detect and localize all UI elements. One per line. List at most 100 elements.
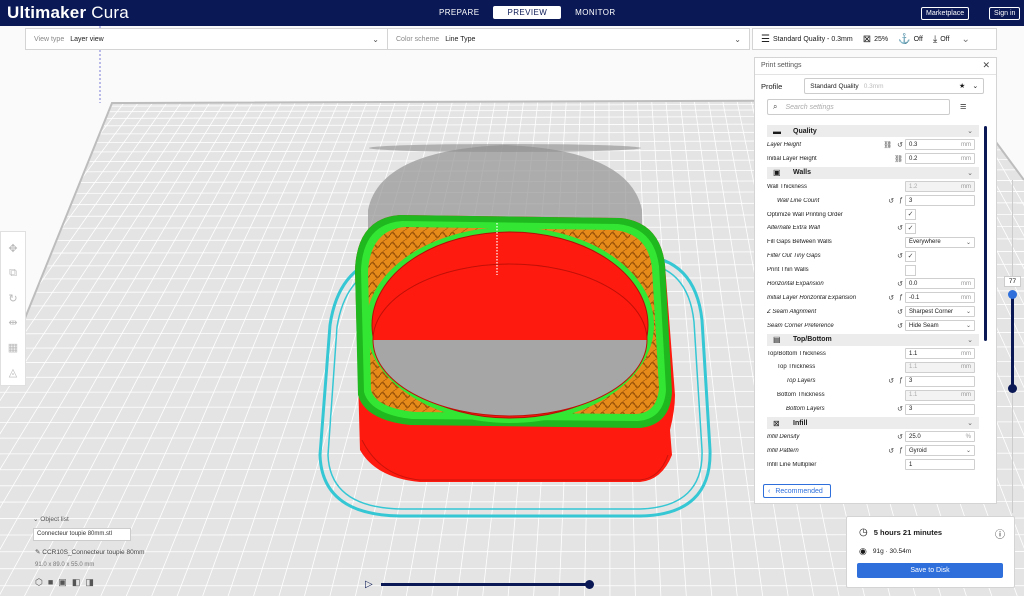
fill-gaps-select[interactable]: Everywhere ⌄ bbox=[905, 236, 975, 248]
initial-layer-height-input[interactable]: 0.2 mm bbox=[905, 153, 975, 165]
optimize-wall-checkbox[interactable]: ✓ bbox=[905, 209, 916, 220]
chevron-down-icon: ⌄ bbox=[372, 35, 379, 44]
chevron-down-icon: ⌄ bbox=[965, 239, 971, 246]
layer-slider-upper-track bbox=[1012, 180, 1013, 277]
profile-select[interactable]: Standard Quality 0.3mm ★ ⌄ bbox=[804, 78, 985, 94]
top-view-icon[interactable]: ▣ bbox=[58, 577, 67, 588]
search-settings-input[interactable]: ⌕ Search settings bbox=[767, 99, 950, 115]
top-layers-input[interactable]: 3 bbox=[905, 375, 975, 387]
layer-height-input[interactable]: 0.3 mm bbox=[905, 139, 975, 151]
function-icon: ƒ bbox=[899, 446, 903, 454]
setting-layer-height: Layer Height ⛓ ↺ 0.3 mm bbox=[767, 138, 979, 152]
setting-top-thickness: Top Thickness 1.1 mm bbox=[767, 360, 979, 374]
setting-optimize-wall: Optimize Wall Printing Order ✓ bbox=[767, 208, 979, 222]
reset-icon: ↺ bbox=[888, 378, 895, 386]
chevron-down-icon: ⌄ bbox=[967, 169, 973, 177]
tool-toolbar: ✥ ⧉ ↻ ⇹ ▦ ◬ bbox=[0, 231, 26, 386]
top-bottom-thickness-input[interactable]: 1.1 mm bbox=[905, 348, 975, 360]
path-slider-handle[interactable] bbox=[585, 580, 594, 589]
settings-scrollbar[interactable] bbox=[984, 126, 987, 341]
tab-preview[interactable]: PREVIEW bbox=[493, 6, 562, 19]
object-list-toggle[interactable]: ⌄ Object list bbox=[33, 515, 69, 523]
move-tool-icon[interactable]: ✥ bbox=[8, 236, 17, 261]
setting-horizontal-expansion: Horizontal Expansion ↺ 0.0 mm bbox=[767, 277, 979, 291]
material-usage: ◉ 91g · 30.54m bbox=[859, 546, 912, 556]
support-blocker-icon[interactable]: ◬ bbox=[9, 360, 17, 385]
close-icon[interactable]: ✕ bbox=[982, 60, 990, 71]
menu-icon[interactable]: ≡ bbox=[960, 101, 966, 113]
horizontal-expansion-input[interactable]: 0.0 mm bbox=[905, 278, 975, 290]
left-view-icon[interactable]: ◧ bbox=[72, 577, 81, 588]
z-seam-alignment-select[interactable]: Sharpest Corner ⌄ bbox=[905, 306, 975, 318]
initial-layer-horizontal-expansion-input[interactable]: -0.1 mm bbox=[905, 292, 975, 304]
setting-seam-corner-preference: Seam Corner Preference ↺ Hide Seam ⌄ bbox=[767, 319, 979, 333]
chevron-down-icon: ⌄ bbox=[965, 309, 971, 316]
clock-icon: ◷ bbox=[859, 527, 868, 538]
marketplace-button[interactable]: Marketplace bbox=[921, 7, 970, 20]
play-icon[interactable]: ▷ bbox=[365, 579, 373, 590]
print-thin-walls-checkbox[interactable] bbox=[905, 264, 916, 276]
chevron-down-icon: ⌄ bbox=[965, 448, 971, 455]
save-to-disk-button[interactable]: Save to Disk bbox=[857, 563, 1003, 578]
layer-slider-upper-handle[interactable] bbox=[1008, 290, 1017, 299]
sign-in-button[interactable]: Sign in bbox=[989, 7, 1021, 20]
rotate-tool-icon[interactable]: ↻ bbox=[8, 286, 17, 311]
quality-icon: ▬ bbox=[773, 126, 781, 136]
alternate-extra-wall-checkbox[interactable]: ✓ bbox=[905, 222, 916, 234]
setting-z-seam-alignment: Z Seam Alignment ↺ Sharpest Corner ⌄ bbox=[767, 305, 979, 319]
category-walls[interactable]: ▣ Walls ⌄ bbox=[767, 166, 979, 179]
wall-thickness-input[interactable]: 1.2 mm bbox=[905, 181, 975, 193]
mirror-tool-icon[interactable]: ⇹ bbox=[8, 310, 17, 335]
chevron-down-icon: ⌄ bbox=[734, 35, 741, 44]
filter-tiny-gaps-checkbox[interactable]: ✓ bbox=[905, 250, 916, 262]
function-icon: ƒ bbox=[899, 293, 903, 301]
category-top-bottom[interactable]: ▤ Top/Bottom ⌄ bbox=[767, 333, 979, 346]
scale-tool-icon[interactable]: ⧉ bbox=[9, 261, 17, 286]
layer-slider-range[interactable] bbox=[1011, 293, 1014, 388]
stage-tabs: PREPARE PREVIEW MONITOR bbox=[425, 6, 630, 19]
per-model-settings-icon[interactable]: ▦ bbox=[8, 335, 18, 360]
bottom-layers-input[interactable]: 3 bbox=[905, 403, 975, 415]
chevron-down-icon: ⌄ bbox=[961, 33, 970, 45]
tab-monitor[interactable]: MONITOR bbox=[561, 6, 629, 19]
bottom-thickness-input[interactable]: 1.1 mm bbox=[905, 389, 975, 401]
object-name: ✎ CCR10S_Connecteur toupie 80mm bbox=[35, 549, 145, 556]
chevron-down-icon: ⌄ bbox=[967, 420, 973, 428]
link-icon: ⛓ bbox=[894, 155, 903, 163]
search-row: ⌕ Search settings ≡ bbox=[755, 97, 996, 117]
view-type-select[interactable]: View type Layer view ⌄ bbox=[26, 29, 387, 49]
color-scheme-select[interactable]: Color scheme Line Type ⌄ bbox=[387, 29, 749, 49]
infill-icon: ⊠ bbox=[773, 418, 780, 428]
infill-line-multiplier-input[interactable]: 1 bbox=[905, 459, 975, 471]
path-slider-track[interactable] bbox=[381, 583, 589, 586]
chevron-left-icon: ‹ bbox=[768, 487, 771, 495]
layer-slider-lower-handle[interactable] bbox=[1008, 384, 1017, 393]
spool-icon: ◉ bbox=[859, 546, 867, 556]
seam-corner-preference-select[interactable]: Hide Seam ⌄ bbox=[905, 320, 975, 332]
star-icon: ★ bbox=[958, 83, 966, 90]
tab-prepare[interactable]: PREPARE bbox=[425, 6, 493, 19]
setting-alternate-extra-wall: Alternate Extra Wall ↺ ✓ bbox=[767, 221, 979, 235]
right-view-icon[interactable]: ◨ bbox=[85, 577, 94, 588]
chevron-down-icon: ⌄ bbox=[965, 323, 971, 330]
wall-line-count-input[interactable]: 3 bbox=[905, 195, 975, 207]
category-infill[interactable]: ⊠ Infill ⌄ bbox=[767, 417, 979, 430]
category-quality[interactable]: ▬ Quality ⌄ bbox=[767, 125, 979, 137]
print-time: ◷ 5 hours 21 minutes bbox=[859, 527, 943, 538]
object-list-item[interactable]: Connecteur toupie 80mm.stl bbox=[33, 528, 131, 541]
top-bottom-icon: ▤ bbox=[773, 335, 781, 345]
support-icon: ⚓ bbox=[898, 33, 911, 45]
print-setup-selector[interactable]: ☰ Standard Quality - 0.3mm ⊠ 25% ⚓ Off ⤓… bbox=[752, 28, 997, 50]
app-logo: Ultimaker Cura bbox=[7, 3, 129, 22]
info-icon[interactable]: ⓘ bbox=[995, 526, 1005, 541]
layer-slider-lower-track bbox=[1012, 393, 1013, 513]
top-thickness-input[interactable]: 1.1 mm bbox=[905, 361, 975, 373]
print-settings-panel: Print settings ✕ Profile Standard Qualit… bbox=[754, 57, 997, 504]
infill-pattern-select[interactable]: Gyroid ⌄ bbox=[905, 445, 975, 457]
3d-view-icon[interactable]: ⬡ bbox=[35, 577, 43, 588]
layer-number-input[interactable]: 77 bbox=[1004, 276, 1021, 287]
infill-density-input[interactable]: 25.0% bbox=[905, 431, 975, 443]
recommended-button[interactable]: ‹ Recommended bbox=[763, 484, 831, 498]
front-view-icon[interactable]: ■ bbox=[48, 577, 53, 588]
print-info-panel: ◷ 5 hours 21 minutes ⓘ ◉ 91g · 30.54m Save… bbox=[846, 516, 1015, 588]
